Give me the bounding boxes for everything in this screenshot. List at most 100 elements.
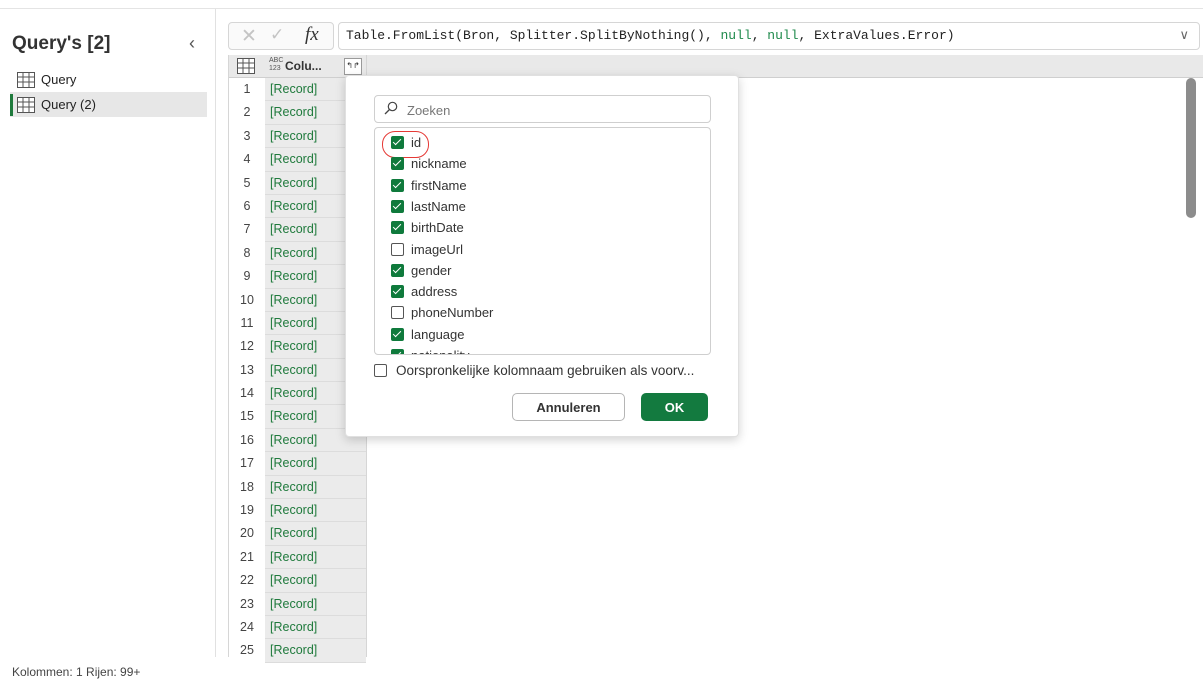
record-link[interactable]: [Record] — [270, 550, 317, 564]
record-link[interactable]: [Record] — [270, 222, 317, 236]
scrollbar-thumb[interactable] — [1186, 78, 1196, 218]
record-link[interactable]: [Record] — [270, 316, 317, 330]
record-link[interactable]: [Record] — [270, 129, 317, 143]
column-option-firstName[interactable]: firstName — [391, 175, 467, 196]
use-original-name-checkbox[interactable] — [374, 363, 387, 377]
table-row[interactable]: 21 [Record] — [229, 545, 367, 570]
table-row[interactable]: 17 [Record] — [229, 452, 367, 476]
formula-input[interactable]: Table.FromList(Bron, Splitter.SplitByNot… — [338, 22, 1200, 50]
record-link[interactable]: [Record] — [270, 597, 317, 611]
table-row[interactable]: 18 [Record] — [229, 475, 367, 500]
column-option-nickname[interactable]: nickname — [391, 153, 467, 174]
query-list-item-selected[interactable]: Query (2) — [10, 92, 207, 117]
use-original-name-option[interactable]: Oorspronkelijke kolomnaam gebruiken als … — [374, 360, 694, 380]
record-cell[interactable]: [Record] — [265, 569, 366, 593]
table-icon[interactable] — [237, 58, 255, 74]
record-link[interactable]: [Record] — [270, 503, 317, 517]
record-link[interactable]: [Record] — [270, 433, 317, 447]
table-icon — [17, 71, 35, 88]
column-checkbox[interactable] — [391, 327, 404, 341]
query-item-label: Query — [41, 72, 77, 87]
record-link[interactable]: [Record] — [270, 152, 317, 166]
query-list-item[interactable]: Query — [10, 67, 207, 92]
row-number: 17 — [240, 456, 254, 471]
column-checkbox[interactable] — [391, 242, 404, 256]
column-checkbox-list[interactable]: id nickname firstName lastName birthDate imag… — [374, 127, 711, 355]
ok-button[interactable]: OK — [641, 393, 708, 421]
search-input[interactable] — [405, 99, 699, 121]
record-cell[interactable]: [Record] — [265, 475, 366, 500]
column-checkbox[interactable] — [391, 178, 404, 192]
column-option-id[interactable]: id — [391, 132, 421, 153]
record-cell[interactable]: [Record] — [265, 639, 366, 663]
table-row[interactable]: 25 [Record] — [229, 639, 367, 663]
record-link[interactable]: [Record] — [270, 199, 317, 213]
expand-columns-popup: id nickname firstName lastName birthDate imag… — [345, 75, 739, 437]
cancel-button[interactable]: Annuleren — [512, 393, 625, 421]
record-link[interactable]: [Record] — [270, 409, 317, 423]
record-link[interactable]: [Record] — [270, 526, 317, 540]
row-number: 5 — [243, 175, 251, 190]
record-link[interactable]: [Record] — [270, 620, 317, 634]
column-checkbox[interactable] — [391, 157, 404, 171]
record-link[interactable]: [Record] — [270, 269, 317, 283]
column-checkbox[interactable] — [391, 349, 404, 354]
column-option-lastName[interactable]: lastName — [391, 196, 466, 217]
record-link[interactable]: [Record] — [270, 386, 317, 400]
record-link[interactable]: [Record] — [270, 293, 317, 307]
record-link[interactable]: [Record] — [270, 573, 317, 587]
record-cell[interactable]: [Record] — [265, 499, 366, 523]
chevron-down-icon[interactable]: ∨ — [1179, 23, 1189, 49]
row-number: 16 — [240, 432, 254, 447]
column-checkbox[interactable] — [391, 263, 404, 277]
column-option-nationality[interactable]: nationality — [391, 345, 470, 354]
record-cell[interactable]: [Record] — [265, 452, 366, 476]
column-option-label: birthDate — [411, 220, 464, 236]
record-cell[interactable]: [Record] — [265, 615, 366, 640]
table-icon — [17, 96, 35, 113]
expand-column-icon[interactable]: ↰↱ — [344, 58, 362, 75]
formula-text-suffix: , ExtraValues.Error) — [798, 28, 955, 43]
record-link[interactable]: [Record] — [270, 246, 317, 260]
record-link[interactable]: [Record] — [270, 480, 317, 494]
record-cell[interactable]: [Record] — [265, 545, 366, 570]
record-cell[interactable]: [Record] — [265, 522, 366, 546]
fx-icon[interactable]: fx — [305, 24, 319, 46]
check-icon[interactable]: ✓ — [270, 25, 284, 45]
column-option-phoneNumber[interactable]: phoneNumber — [391, 302, 493, 323]
column-option-imageUrl[interactable]: imageUrl — [391, 239, 463, 260]
table-row[interactable]: 23 [Record] — [229, 592, 367, 616]
table-row[interactable]: 22 [Record] — [229, 569, 367, 593]
row-number: 25 — [240, 643, 254, 658]
record-link[interactable]: [Record] — [270, 456, 317, 470]
column-checkbox[interactable] — [391, 199, 404, 213]
record-link[interactable]: [Record] — [270, 105, 317, 119]
record-cell[interactable]: [Record] — [265, 592, 366, 616]
record-link[interactable]: [Record] — [270, 363, 317, 377]
record-link[interactable]: [Record] — [270, 643, 317, 657]
formula-text-prefix: Table.FromList(Bron, Splitter.SplitByNot… — [346, 28, 721, 43]
record-link[interactable]: [Record] — [270, 82, 317, 96]
column-type-icon[interactable]: ABC 123 — [269, 57, 283, 73]
vertical-scrollbar[interactable] — [1182, 75, 1203, 657]
record-link[interactable]: [Record] — [270, 339, 317, 353]
column-option-birthDate[interactable]: birthDate — [391, 217, 464, 238]
row-number: 15 — [240, 409, 254, 424]
chevron-left-icon[interactable]: ‹ — [189, 33, 195, 54]
table-row[interactable]: 24 [Record] — [229, 615, 367, 640]
x-icon[interactable]: ✕ — [241, 25, 257, 48]
column-option-gender[interactable]: gender — [391, 260, 451, 281]
table-row[interactable]: 20 [Record] — [229, 522, 367, 546]
column-option-address[interactable]: address — [391, 281, 457, 302]
column-checkbox[interactable] — [391, 285, 404, 299]
column-checkbox[interactable] — [391, 221, 404, 235]
table-row[interactable]: 19 [Record] — [229, 499, 367, 523]
column-option-language[interactable]: language — [391, 324, 465, 345]
column-checkbox[interactable] — [391, 136, 404, 149]
row-number: 19 — [240, 503, 254, 518]
record-link[interactable]: [Record] — [270, 176, 317, 190]
column-checkbox[interactable] — [391, 306, 404, 320]
search-box[interactable] — [374, 95, 711, 123]
row-number: 23 — [240, 596, 254, 611]
column-option-label: language — [411, 326, 465, 342]
